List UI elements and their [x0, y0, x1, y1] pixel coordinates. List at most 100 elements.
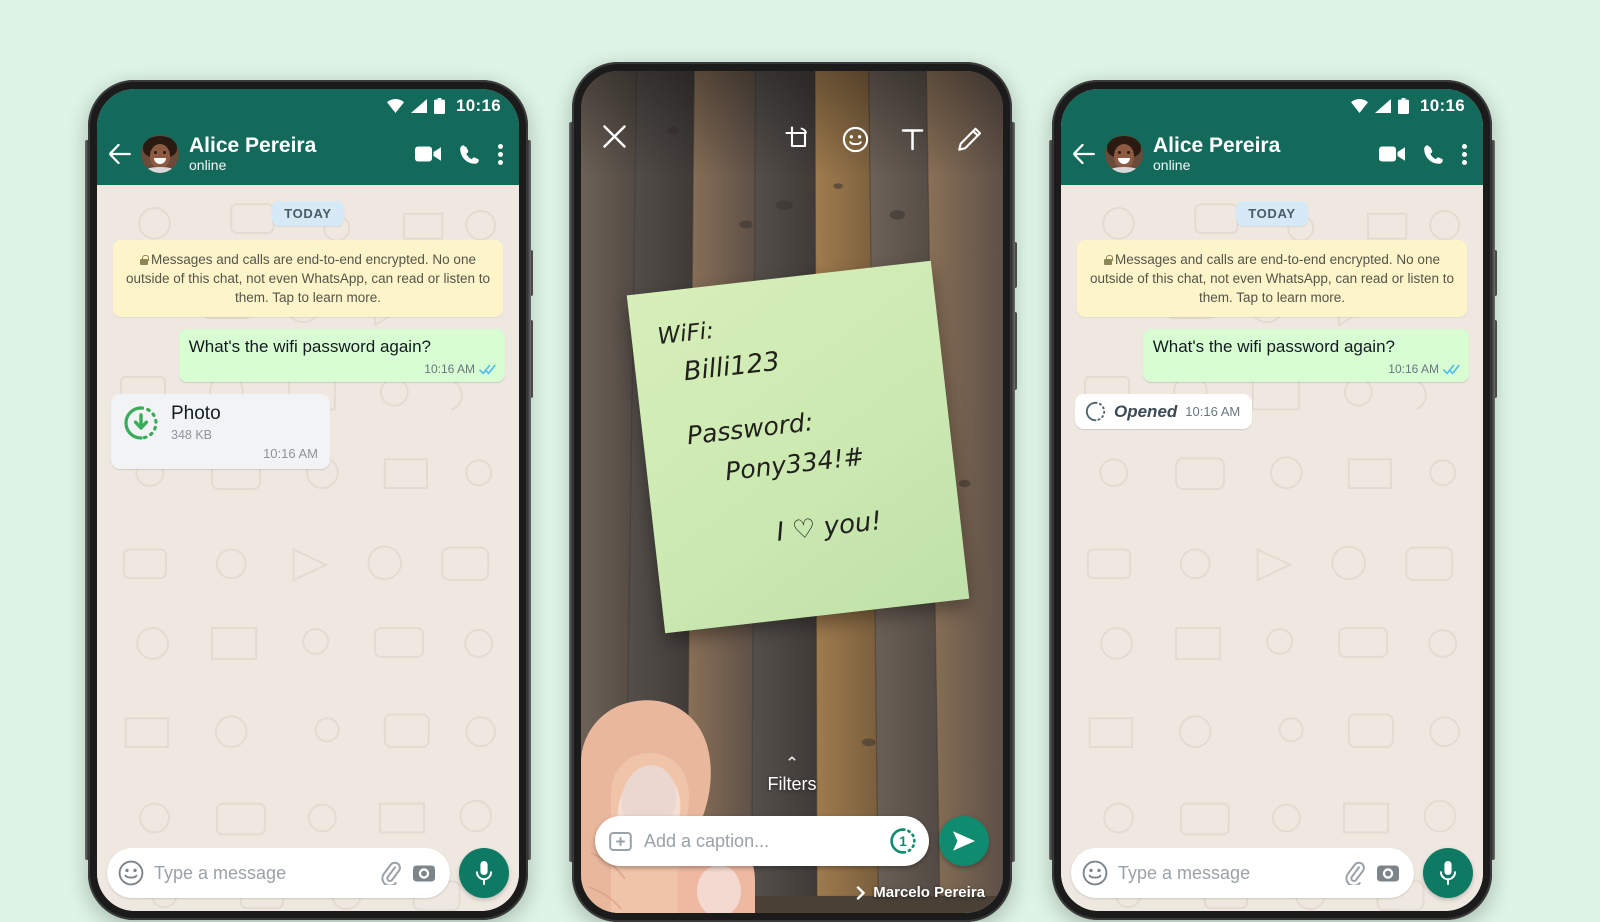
note-line-4: Pony334!#	[723, 441, 866, 487]
editor-toolbar-left	[601, 123, 628, 155]
message-input-placeholder[interactable]: Type a message	[154, 863, 368, 884]
caption-input-pill[interactable]: Add a caption... 1	[595, 816, 929, 866]
photo-title: Photo	[171, 403, 221, 425]
emoji-sticker-icon[interactable]	[842, 126, 869, 153]
message-input-pill[interactable]: Type a message	[107, 848, 450, 898]
chevron-right-icon	[857, 885, 866, 900]
outgoing-message-bubble[interactable]: What's the wifi password again? 10:16 AM	[1142, 329, 1469, 383]
send-icon	[953, 831, 975, 851]
encryption-notice-text: Messages and calls are end-to-end encryp…	[1090, 252, 1454, 306]
contact-info[interactable]: Alice Pereira online	[1153, 134, 1369, 173]
message-row: Opened 10:16 AM	[1075, 394, 1469, 430]
phone-volume-button[interactable]	[1492, 320, 1497, 398]
phone-1-frame: 10:16 Alice Pereira online TODAY Message…	[85, 80, 533, 920]
video-call-icon[interactable]	[1379, 145, 1405, 163]
avatar-face	[1114, 144, 1134, 168]
message-row: What's the wifi password again? 10:16 AM	[111, 329, 505, 383]
camera-icon[interactable]	[412, 861, 436, 885]
message-row: Photo 348 KB 10:16 AM	[111, 394, 505, 470]
phone-volume-button[interactable]	[528, 320, 533, 398]
voice-call-icon[interactable]	[459, 144, 480, 165]
close-icon[interactable]	[601, 123, 628, 150]
text-tool-icon[interactable]	[899, 126, 926, 153]
microphone-icon	[476, 861, 492, 885]
status-bar: 10:16	[97, 89, 519, 123]
view-once-opened-bubble[interactable]: Opened 10:16 AM	[1075, 394, 1253, 430]
overflow-menu-icon[interactable]	[1462, 143, 1467, 165]
editor-toolbar	[581, 71, 1003, 177]
message-input-pill[interactable]: Type a message	[1071, 848, 1414, 898]
view-once-opened-label: Opened	[1114, 401, 1178, 421]
photo-download-row: Photo 348 KB	[123, 403, 318, 443]
caption-input-placeholder[interactable]: Add a caption...	[644, 831, 877, 852]
video-call-icon[interactable]	[415, 145, 441, 163]
crop-rotate-icon[interactable]	[785, 125, 812, 153]
photo-time: 10:16 AM	[263, 446, 318, 462]
pencil-icon[interactable]	[956, 126, 983, 153]
voice-call-icon[interactable]	[1423, 144, 1444, 165]
phone-side-button[interactable]	[1012, 242, 1017, 288]
avatar-eye-right	[1127, 151, 1130, 154]
note-line-2: Billi123	[682, 346, 782, 388]
back-arrow-icon[interactable]	[1073, 144, 1095, 164]
phone-3-screen: 10:16 Alice Pereira online TODAY Message…	[1061, 89, 1483, 911]
voice-record-button[interactable]	[459, 848, 509, 898]
message-meta: 10:16 AM	[424, 362, 496, 376]
phone-side-button[interactable]	[1492, 250, 1497, 296]
message-meta: 10:16 AM	[1388, 362, 1460, 376]
paperclip-icon[interactable]	[1342, 861, 1366, 885]
voice-record-button[interactable]	[1423, 848, 1473, 898]
encryption-notice[interactable]: Messages and calls are end-to-end encryp…	[113, 240, 503, 318]
header-actions	[1379, 143, 1469, 165]
message-input-bar: Type a message	[97, 845, 519, 901]
photo-download-labels: Photo 348 KB	[171, 403, 221, 443]
avatar-eye-right	[163, 151, 166, 154]
caption-bar: Add a caption... 1	[581, 815, 1003, 867]
avatar[interactable]	[1105, 135, 1143, 173]
encryption-notice[interactable]: Messages and calls are end-to-end encryp…	[1077, 240, 1467, 318]
battery-icon	[1398, 98, 1410, 114]
recipient-name: Marcelo Pereira	[873, 884, 985, 901]
photo-size: 348 KB	[171, 428, 213, 443]
contact-info[interactable]: Alice Pereira online	[189, 134, 405, 173]
status-bar-time: 10:16	[1420, 96, 1465, 115]
download-icon[interactable]	[123, 405, 159, 441]
view-once-opened-icon	[1085, 402, 1106, 422]
contact-presence: online	[1153, 156, 1191, 173]
photo-download-bubble[interactable]: Photo 348 KB 10:16 AM	[111, 394, 330, 470]
recipient-chip[interactable]: Marcelo Pereira	[856, 884, 985, 901]
back-arrow-icon[interactable]	[109, 144, 131, 164]
message-text: What's the wifi password again?	[188, 337, 431, 357]
paperclip-icon[interactable]	[378, 861, 402, 885]
smiley-icon[interactable]	[1082, 860, 1108, 886]
wifi-icon	[387, 99, 405, 113]
phone-2-frame: WiFi: Billi123 Password: Pony334!# I ♡ y…	[569, 62, 1017, 922]
message-input-placeholder[interactable]: Type a message	[1118, 863, 1332, 884]
filters-control[interactable]: ⌃ Filters	[581, 754, 1003, 795]
svg-text:1: 1	[899, 834, 907, 849]
view-once-icon[interactable]: 1	[889, 827, 917, 855]
avatar[interactable]	[141, 135, 179, 173]
status-bar: 10:16	[1061, 89, 1483, 123]
phone-2-screen: WiFi: Billi123 Password: Pony334!# I ♡ y…	[581, 71, 1003, 913]
message-row: What's the wifi password again? 10:16 AM	[1075, 329, 1469, 383]
phone-1-screen: 10:16 Alice Pereira online TODAY Message…	[97, 89, 519, 911]
microphone-icon	[1440, 861, 1456, 885]
contact-name: Alice Pereira	[189, 134, 317, 158]
filters-chevron-icon: ⌃	[784, 754, 800, 773]
avatar-shoulders	[145, 167, 175, 173]
camera-icon[interactable]	[1376, 861, 1400, 885]
phone-side-button[interactable]	[528, 250, 533, 296]
note-line-3: Password:	[685, 407, 815, 451]
battery-icon	[434, 98, 446, 114]
smiley-icon[interactable]	[118, 860, 144, 886]
view-once-opened-time: 10:16 AM	[1185, 404, 1241, 420]
phone-volume-button[interactable]	[1012, 312, 1017, 390]
add-photo-icon[interactable]	[609, 830, 632, 853]
editor-toolbar-right	[785, 125, 983, 153]
overflow-menu-icon[interactable]	[498, 143, 503, 165]
outgoing-message-bubble[interactable]: What's the wifi password again? 10:16 AM	[178, 329, 505, 383]
signal-icon	[1375, 99, 1392, 113]
message-time: 10:16 AM	[1388, 362, 1439, 377]
send-button[interactable]	[939, 816, 989, 866]
